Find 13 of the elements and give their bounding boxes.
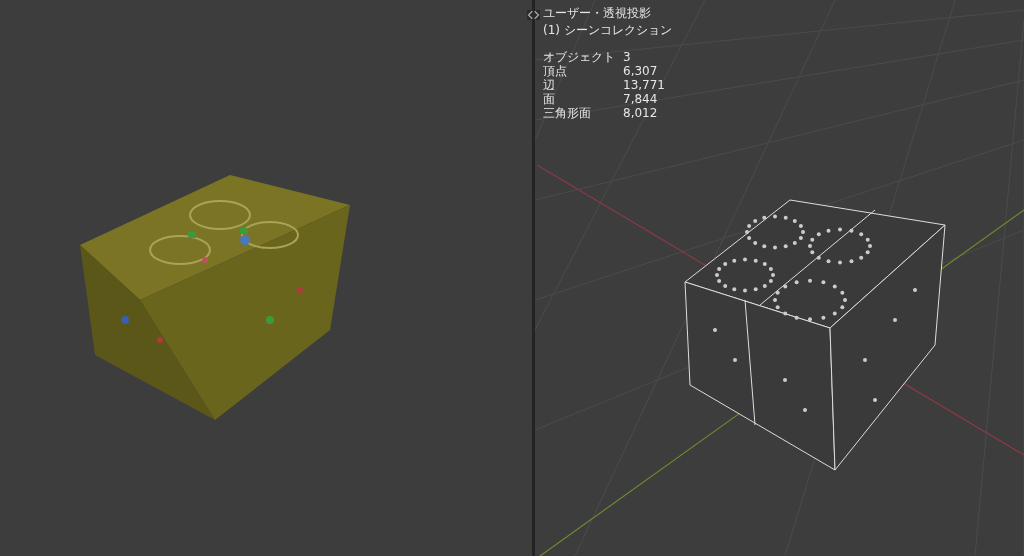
stat-value: 6,307 [623, 64, 658, 78]
stat-label: 辺 [543, 78, 556, 92]
stat-value: 13,771 [623, 78, 665, 92]
stat-label: オブジェクト [543, 50, 616, 64]
stat-value: 8,012 [623, 106, 658, 120]
split-handle-icon[interactable] [527, 10, 540, 20]
collection-label: (1) シーンコレクション [543, 23, 672, 38]
stat-label: 頂点 [543, 64, 568, 78]
stat-value: 3 [623, 50, 631, 64]
stat-label: 面 [543, 92, 555, 106]
stat-value: 7,844 [623, 92, 658, 106]
stat-label: 三角形面 [543, 106, 592, 120]
view-title: ユーザー・透視投影 [543, 6, 652, 21]
